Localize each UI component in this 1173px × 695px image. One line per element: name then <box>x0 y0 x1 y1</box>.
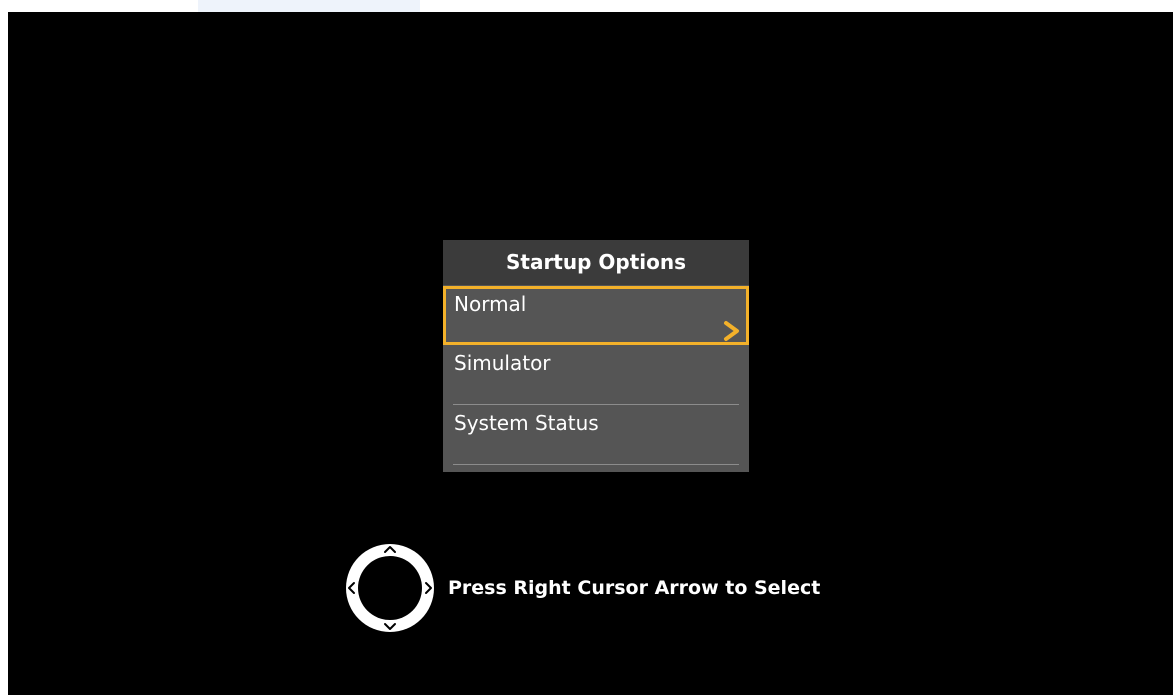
selection-hint: Press Right Cursor Arrow to Select <box>344 542 820 634</box>
directional-pad-icon <box>346 544 434 632</box>
menu-item-label: System Status <box>454 411 599 435</box>
page: Startup Options Normal Simulator System … <box>0 0 1173 695</box>
menu-separator <box>453 464 739 465</box>
startup-options-menu: Startup Options Normal Simulator System … <box>443 240 749 472</box>
hint-text: Press Right Cursor Arrow to Select <box>448 577 821 599</box>
menu-item-label: Normal <box>454 292 527 316</box>
top-tab-strip <box>198 0 420 12</box>
menu-item-normal[interactable]: Normal <box>443 286 749 345</box>
menu-item-system-status[interactable]: System Status <box>443 405 749 465</box>
device-screen: Startup Options Normal Simulator System … <box>8 12 1173 695</box>
menu-title: Startup Options <box>443 240 749 285</box>
menu-item-simulator[interactable]: Simulator <box>443 345 749 405</box>
chevron-right-icon <box>724 321 739 341</box>
menu-item-label: Simulator <box>454 351 551 375</box>
